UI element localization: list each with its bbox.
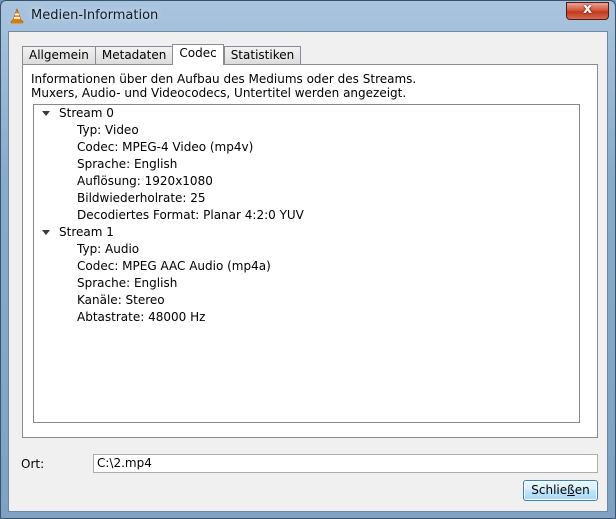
title-bar[interactable]: Medien-Information x — [1, 1, 615, 31]
close-icon: x — [582, 1, 593, 17]
window-close-button[interactable]: x — [566, 1, 609, 20]
tab-statistiken[interactable]: Statistiken — [223, 46, 302, 64]
dialog-client-area: Allgemein Metadaten Codec Statistiken In… — [8, 31, 608, 512]
codec-tree[interactable]: Stream 0 Typ: Video Codec: MPEG-4 Video … — [33, 104, 580, 423]
triangle-down-icon[interactable] — [42, 230, 50, 235]
tab-codec[interactable]: Codec — [172, 44, 224, 65]
tab-allgemein[interactable]: Allgemein — [22, 46, 95, 64]
tree-item[interactable]: Abtastrate: 48000 Hz — [77, 309, 205, 326]
tree-item[interactable]: Codec: MPEG-4 Video (mp4v) — [77, 139, 253, 156]
vlc-cone-icon — [10, 8, 24, 24]
tab-bar: Allgemein Metadaten Codec Statistiken — [22, 44, 302, 65]
tree-item[interactable]: Sprache: English — [77, 275, 177, 292]
description-line-1: Informationen über den Aufbau des Medium… — [31, 72, 417, 86]
close-dialog-button[interactable]: Schließen — [523, 480, 598, 501]
codec-description: Informationen über den Aufbau des Medium… — [31, 72, 416, 100]
tree-node-stream-1[interactable]: Stream 1 — [34, 224, 114, 241]
tab-metadaten[interactable]: Metadaten — [94, 46, 173, 64]
close-button-label-end: en — [574, 483, 590, 497]
tree-item[interactable]: Kanäle: Stereo — [77, 292, 165, 309]
window-title: Medien-Information — [31, 8, 159, 23]
close-button-mnemonic: ß — [567, 483, 575, 497]
tree-item[interactable]: Typ: Video — [77, 122, 139, 139]
tree-item[interactable]: Codec: MPEG AAC Audio (mp4a) — [77, 258, 271, 275]
tree-item[interactable]: Auflösung: 1920x1080 — [77, 173, 213, 190]
triangle-down-icon[interactable] — [42, 111, 50, 116]
close-button-label-start: Schlie — [531, 483, 568, 497]
tree-item[interactable]: Decodiertes Format: Planar 4:2:0 YUV — [77, 207, 304, 224]
tree-item[interactable]: Typ: Audio — [77, 241, 139, 258]
tree-item[interactable]: Bildwiederholrate: 25 — [77, 190, 206, 207]
location-label: Ort: — [21, 457, 45, 471]
stream-label: Stream 1 — [59, 225, 114, 239]
location-field[interactable]: C:\2.mp4 — [93, 454, 598, 473]
stream-label: Stream 0 — [59, 106, 114, 120]
description-line-2: Muxers, Audio- und Videocodecs, Untertit… — [31, 86, 407, 100]
media-info-window: Medien-Information x Allgemein Metadaten… — [0, 0, 616, 519]
tree-node-stream-0[interactable]: Stream 0 — [34, 105, 114, 122]
codec-panel: Informationen über den Aufbau des Medium… — [22, 64, 598, 438]
tree-item[interactable]: Sprache: English — [77, 156, 177, 173]
